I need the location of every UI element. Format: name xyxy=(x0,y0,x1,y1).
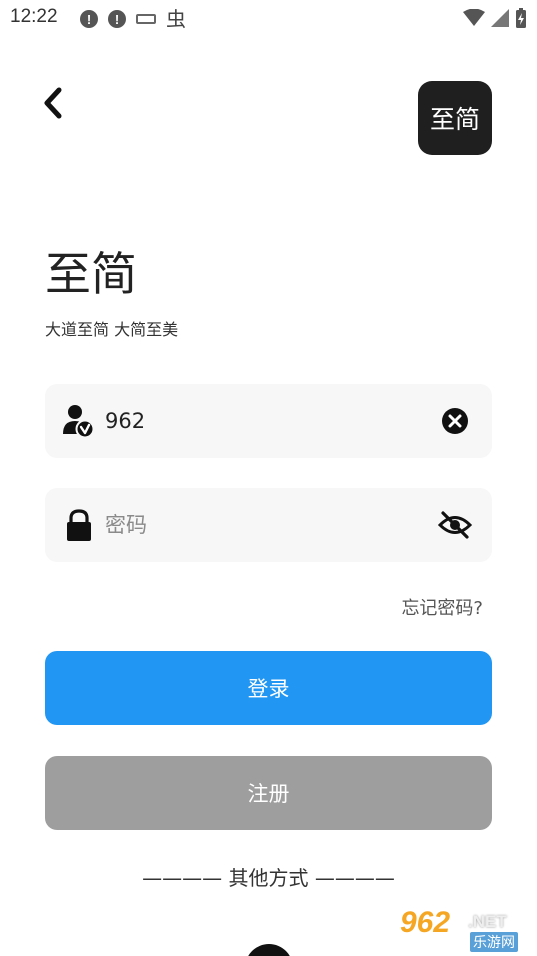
back-button[interactable] xyxy=(36,84,70,122)
username-field xyxy=(45,384,492,458)
page-title: 至简 xyxy=(45,247,137,301)
password-input[interactable] xyxy=(105,506,425,544)
watermark-number: 962 xyxy=(400,906,451,939)
login-screen: 12:22 ! ! 虫 至简 至简 大道至简 大简至美 962 忘记密码? 登录… xyxy=(0,0,537,956)
toggle-password-visibility-button[interactable] xyxy=(438,508,472,542)
clear-input-button[interactable] xyxy=(438,404,472,438)
user-verified-icon xyxy=(63,405,95,438)
eye-off-icon xyxy=(438,511,472,539)
alert-icon: ! xyxy=(80,10,98,28)
status-time: 12:22 xyxy=(10,6,58,27)
lock-icon xyxy=(67,509,91,541)
login-button[interactable]: 登录 xyxy=(45,651,492,725)
forgot-password-link[interactable]: 忘记密码? xyxy=(401,594,483,620)
third-party-login-button[interactable] xyxy=(245,944,293,956)
register-button[interactable]: 注册 xyxy=(45,756,492,830)
wifi-icon xyxy=(463,9,485,26)
username-input[interactable] xyxy=(105,402,425,440)
password-field xyxy=(45,488,492,562)
clear-circle-icon xyxy=(442,408,468,434)
alert-icon: ! xyxy=(108,10,126,28)
chevron-left-icon xyxy=(44,87,62,119)
battery-charging-icon xyxy=(516,8,526,28)
watermark-site-name: 乐游网 xyxy=(470,932,518,952)
site-watermark: 962 .NET 乐游网 xyxy=(396,906,532,954)
bug-icon: 虫 xyxy=(166,7,186,31)
page-subtitle: 大道至简 大简至美 xyxy=(45,320,179,339)
status-system-icons xyxy=(463,8,527,28)
other-login-methods-label: ———— 其他方式 ———— xyxy=(142,866,395,890)
status-bar: 12:22 ! ! 虫 xyxy=(0,0,537,38)
signal-icon xyxy=(491,9,509,27)
status-notifications: ! ! 虫 xyxy=(80,9,186,29)
watermark-suffix: .NET xyxy=(468,912,507,931)
app-logo: 至简 xyxy=(418,81,492,155)
keyboard-icon xyxy=(136,14,156,24)
